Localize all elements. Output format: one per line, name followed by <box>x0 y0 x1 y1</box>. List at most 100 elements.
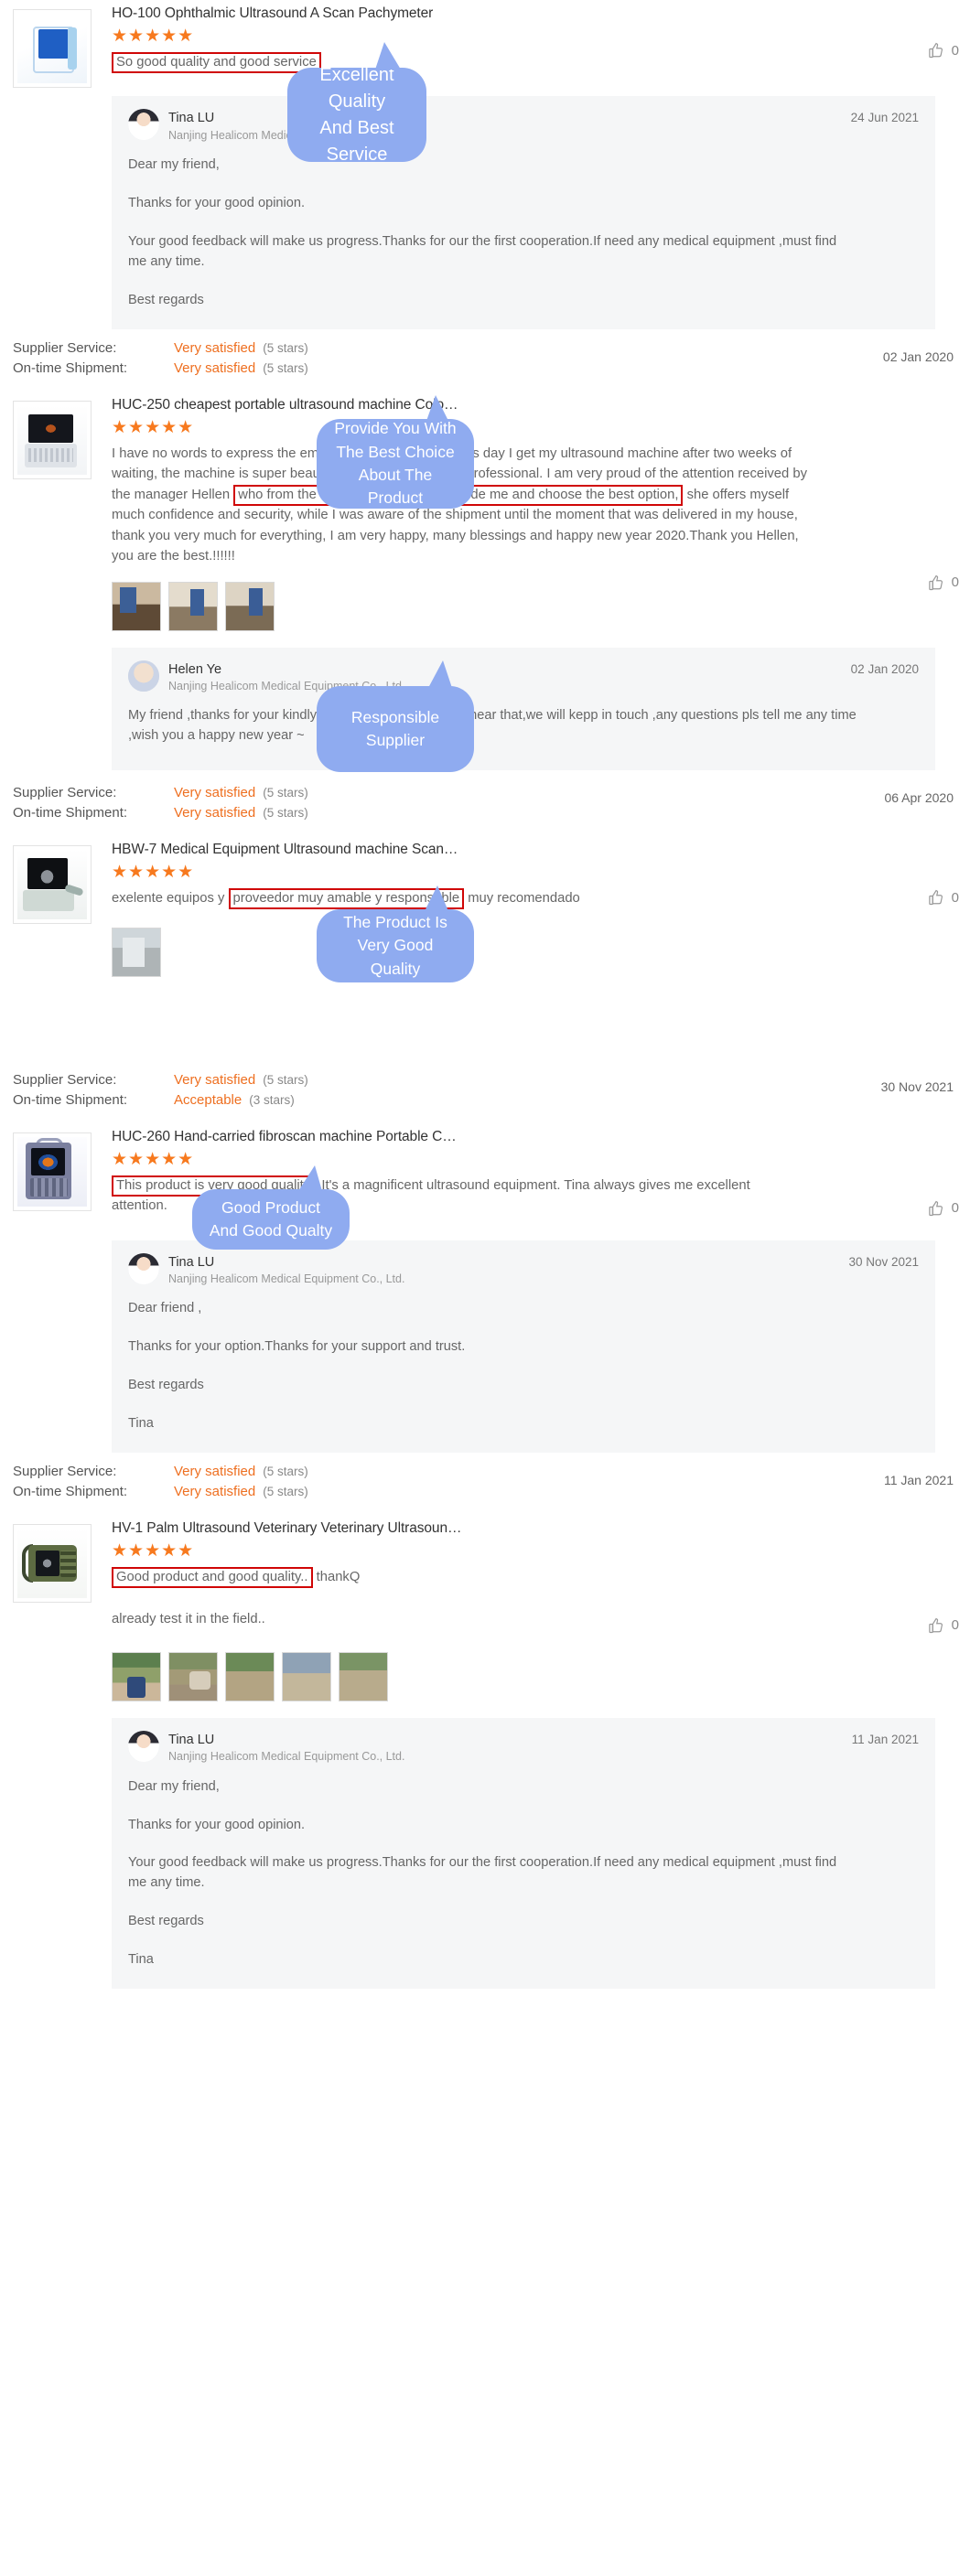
review-body: HV-1 Palm Ultrasound Veterinary Veterina… <box>92 1519 970 1994</box>
rating-value: Very satisfied <box>174 1483 256 1499</box>
rating-stars-text: (5 stars) <box>263 360 308 375</box>
rating-stars-text: (5 stars) <box>263 786 308 800</box>
rating-stars-text: (3 stars) <box>249 1092 295 1107</box>
reply-paragraph: Best regards <box>128 1378 204 1393</box>
replier-name: Helen Ye <box>168 661 222 677</box>
rating-value: Very satisfied <box>174 785 256 801</box>
rating-label: On-time Shipment: <box>13 805 128 821</box>
rating-stars-text: (5 stars) <box>263 1484 308 1498</box>
like-counter[interactable]: 0 <box>928 1200 959 1217</box>
rating-date: 11 Jan 2021 <box>883 1472 954 1487</box>
like-counter[interactable]: 0 <box>928 574 959 591</box>
supplier-reply-card: Helen Ye Nanjing Healicom Medical Equipm… <box>112 647 935 771</box>
replier-company: Nanjing Healicom Medical Equipment Co., … <box>168 1749 405 1763</box>
callout-bubble-product-very-good-quality: The Product Is Very Good Quality <box>317 886 474 982</box>
callout-bubble-good-product-good-qualty: Good Product And Good Qualty <box>192 1165 350 1250</box>
product-image-ho-100[interactable] <box>13 9 92 88</box>
review-body: HUC-260 Hand-carried fibroscan machine P… <box>92 1127 970 1458</box>
rating-label: On-time Shipment: <box>13 1483 128 1499</box>
review-photo-thumbnail[interactable] <box>112 1651 161 1701</box>
product-title[interactable]: HV-1 Palm Ultrasound Veterinary Veterina… <box>112 1520 954 1537</box>
like-counter[interactable]: 0 <box>928 889 959 906</box>
reply-header: Tina LU Nanjing Healicom Medical Equipme… <box>128 109 919 143</box>
like-count: 0 <box>951 574 959 591</box>
supplier-reply-card: Tina LU Nanjing Healicom Medical Equipme… <box>112 1717 935 1989</box>
review-photo-thumbnail[interactable] <box>225 1651 275 1701</box>
device-illustration-icon <box>17 404 87 475</box>
avatar <box>128 660 159 692</box>
rating-value: Very satisfied <box>174 805 256 821</box>
product-image-huc-260[interactable] <box>13 1132 92 1211</box>
product-title[interactable]: HO-100 Ophthalmic Ultrasound A Scan Pach… <box>112 5 954 22</box>
reviews-page: HO-100 Ophthalmic Ultrasound A Scan Pach… <box>0 0 970 2576</box>
callout-text: Good Product And Good Qualty <box>209 1197 333 1240</box>
review-item: HBW-7 Medical Equipment Ultrasound machi… <box>0 831 970 1068</box>
review-text: exelente equipos y proveedor muy amable … <box>112 888 807 910</box>
reply-header: Helen Ye Nanjing Healicom Medical Equipm… <box>128 660 919 694</box>
product-thumbnail-wrap <box>13 1132 92 1458</box>
review-photo-thumbnail[interactable] <box>339 1651 388 1701</box>
replier-name: Tina LU <box>168 1254 215 1270</box>
callout-text: The Product Is Very Good Quality <box>343 912 447 978</box>
callout-tail-icon <box>425 886 448 911</box>
reply-identity: Tina LU Nanjing Healicom Medical Equipme… <box>168 1253 404 1287</box>
rating-stars-text: (5 stars) <box>263 1072 308 1087</box>
reply-body: Dear friend , Thanks for your option.Tha… <box>128 1299 919 1434</box>
rating-stars-text: (5 stars) <box>263 340 308 355</box>
device-illustration-icon <box>17 14 87 83</box>
review-photo-thumbnail[interactable] <box>168 581 218 631</box>
callout-text: Provide You With The Best Choice About T… <box>334 419 457 508</box>
star-rating: ★★★★★ <box>112 1149 195 1169</box>
review-photo-thumbnail[interactable] <box>112 927 161 977</box>
reply-paragraph: Dear my friend, <box>128 1778 220 1794</box>
reply-paragraph: Dear my friend, <box>128 157 220 173</box>
callout-text: Excellent Quality And Best Service <box>319 64 394 165</box>
rating-value: Very satisfied <box>174 1463 256 1479</box>
product-image-hv-1[interactable] <box>13 1523 92 1603</box>
replier-company: Nanjing Healicom Medical Equipment Co., … <box>168 1272 405 1285</box>
rating-summary: 06 Apr 2020 Supplier Service: Very satis… <box>0 779 970 831</box>
review-photo-thumbnail[interactable] <box>168 1651 218 1701</box>
product-title[interactable]: HUC-250 cheapest portable ultrasound mac… <box>112 397 954 413</box>
product-title[interactable]: HBW-7 Medical Equipment Ultrasound machi… <box>112 842 954 858</box>
rating-row-supplier-service: Supplier Service: Very satisfied (5 star… <box>0 1072 970 1092</box>
reply-body: Dear my friend, Thanks for your good opi… <box>128 156 919 310</box>
rating-value: Acceptable <box>174 1091 242 1108</box>
reply-paragraph: Dear friend , <box>128 1301 202 1316</box>
reply-date: 30 Nov 2021 <box>848 1254 919 1269</box>
thumbs-up-icon <box>928 889 943 906</box>
review-photo-strip <box>112 1651 954 1701</box>
product-title[interactable]: HUC-260 Hand-carried fibroscan machine P… <box>112 1129 954 1145</box>
rating-value: Very satisfied <box>174 360 256 376</box>
review-body: HO-100 Ophthalmic Ultrasound A Scan Pach… <box>92 4 970 335</box>
rating-label: Supplier Service: <box>13 785 117 801</box>
reply-header: Tina LU Nanjing Healicom Medical Equipme… <box>128 1252 919 1287</box>
reply-date: 24 Jun 2021 <box>850 111 919 125</box>
review-photo-thumbnail[interactable] <box>282 1651 331 1701</box>
review-photo-thumbnail[interactable] <box>112 581 161 631</box>
thumbs-up-icon <box>928 42 943 59</box>
review-text-part: exelente equipos y <box>112 891 225 907</box>
reply-body: Dear my friend, Thanks for your good opi… <box>128 1777 919 1970</box>
rating-row-on-time-shipment: On-time Shipment: Very satisfied (5 star… <box>0 805 970 825</box>
like-counter[interactable]: 0 <box>928 42 959 59</box>
review-item: HV-1 Palm Ultrasound Veterinary Veterina… <box>0 1509 970 1998</box>
review-photo-strip <box>112 927 954 977</box>
product-image-huc-250[interactable] <box>13 400 92 479</box>
rating-summary: 11 Jan 2021 Supplier Service: Very satis… <box>0 1462 970 1509</box>
replier-name: Tina LU <box>168 1732 215 1747</box>
reply-date: 02 Jan 2020 <box>850 661 919 676</box>
product-image-hbw-7[interactable] <box>13 845 92 925</box>
supplier-reply-card: Tina LU Nanjing Healicom Medical Equipme… <box>112 1240 935 1453</box>
like-counter[interactable]: 0 <box>928 1617 959 1634</box>
avatar <box>128 1252 159 1284</box>
device-illustration-icon <box>17 850 87 920</box>
callout-bubble-provide-best-choice: Provide You With The Best Choice About T… <box>317 395 474 509</box>
supplier-reply-card: Tina LU Nanjing Healicom Medical Equipme… <box>112 96 935 329</box>
device-illustration-icon <box>17 1136 87 1207</box>
review-photo-thumbnail[interactable] <box>225 581 275 631</box>
review-item: HUC-250 cheapest portable ultrasound mac… <box>0 386 970 779</box>
reply-header: Tina LU Nanjing Healicom Medical Equipme… <box>128 1730 919 1765</box>
avatar <box>128 1730 159 1762</box>
rating-value: Very satisfied <box>174 1071 256 1088</box>
